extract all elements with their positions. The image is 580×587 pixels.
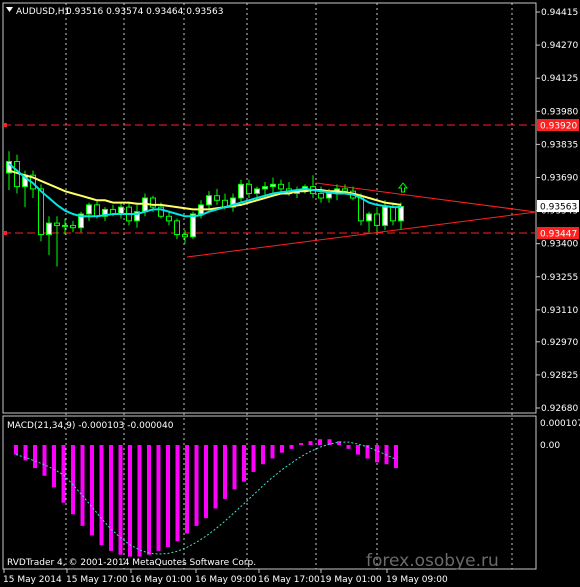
macd-histogram-bar — [232, 445, 237, 490]
lower-level-label: 0.93447 — [540, 230, 577, 240]
candle-body — [358, 197, 364, 222]
candle-body — [270, 183, 276, 188]
macd-histogram-bar — [52, 445, 56, 488]
macd-histogram-bar — [280, 445, 284, 453]
macd-histogram-bar — [61, 445, 66, 503]
level-handle[interactable] — [3, 230, 7, 235]
candle-body — [374, 213, 380, 226]
candle-body — [190, 213, 196, 238]
candle-body — [238, 183, 244, 199]
macd-histogram-bar — [90, 445, 94, 536]
macd-histogram-bar — [42, 445, 47, 476]
price-tick-label: 0.93110 — [541, 306, 578, 316]
macd-histogram-bar — [99, 445, 104, 546]
watermark-text: forex.osobye.ru — [366, 551, 499, 571]
macd-histogram-bar — [147, 445, 151, 555]
macd-histogram-bar — [185, 445, 189, 534]
candle-body — [38, 188, 44, 236]
candle-body — [262, 186, 268, 190]
trading-chart[interactable]: 0.94415 0.94270 0.94125 0.93980 0.93835 0.936… — [0, 0, 580, 587]
candle-body — [62, 224, 68, 227]
macd-histogram-bar — [346, 445, 351, 449]
candle-body — [206, 195, 212, 206]
candle-body — [86, 204, 92, 215]
time-axis-label: 15 May 17:00 — [66, 575, 128, 585]
macd-histogram-bar — [71, 445, 75, 515]
price-tick-label: 0.93255 — [541, 273, 578, 283]
candle-body — [214, 195, 220, 201]
candle-body — [46, 222, 52, 236]
macd-title: MACD(21,34,9) -0.000103 -0.000040 — [7, 421, 174, 431]
macd-histogram-bar — [270, 445, 275, 459]
time-axis-label: 19 May 09:00 — [386, 575, 448, 585]
time-axis-label: 16 May 01:00 — [130, 575, 192, 585]
macd-histogram-bar — [223, 445, 227, 499]
macd-histogram-bar — [308, 441, 313, 445]
price-tick-label: 0.92970 — [541, 338, 578, 348]
candle-body — [254, 188, 260, 194]
copyright-text: RVDTrader 4, © 2001-2014 MetaQuotes Soft… — [7, 558, 256, 568]
candle-body — [174, 220, 180, 236]
macd-histogram-bar — [109, 445, 113, 551]
candle-body — [118, 206, 124, 215]
price-tick-label: 0.93400 — [541, 240, 578, 250]
macd-histogram-bar — [213, 445, 218, 509]
macd-histogram-bar — [356, 445, 360, 455]
macd-histogram-bar — [80, 445, 85, 526]
macd-histogram-bar — [14, 445, 18, 455]
time-axis-label: 15 May 2014 — [3, 575, 62, 585]
macd-histogram-bar — [128, 445, 132, 557]
symbol-label: AUDUSD,H1 — [16, 7, 70, 17]
candle-body — [166, 215, 172, 222]
current-price-label: 0.93563 — [540, 203, 577, 213]
level-handle[interactable] — [3, 122, 7, 127]
macd-histogram-bar — [166, 445, 170, 548]
price-tick-label: 0.93690 — [541, 173, 578, 183]
time-axis-label: 19 May 01:00 — [320, 575, 382, 585]
macd-histogram-bar — [251, 445, 256, 472]
macd-histogram-bar — [242, 445, 246, 482]
candle-body — [326, 192, 332, 199]
macd-histogram-bar — [156, 445, 161, 551]
candle-body — [246, 183, 252, 194]
time-axis-label: 16 May 17:00 — [258, 575, 320, 585]
price-tick-label: 0.92825 — [541, 371, 578, 381]
macd-histogram-bar — [194, 445, 199, 526]
macd-histogram-bar — [23, 445, 28, 461]
macd-histogram-bar — [289, 445, 294, 449]
macd-axis-zero: 0.00 — [540, 441, 560, 451]
candle-body — [390, 206, 396, 222]
macd-histogram-bar — [137, 445, 142, 557]
candle-body — [342, 188, 348, 192]
macd-histogram-bar — [261, 445, 265, 465]
candle-body — [398, 205, 404, 222]
macd-axis-top: 0.000107 — [540, 419, 580, 429]
macd-histogram-bar — [394, 445, 398, 469]
macd-histogram-bar — [318, 439, 322, 445]
macd-histogram-bar — [375, 445, 379, 463]
price-tick-label: 0.92680 — [541, 404, 578, 414]
price-tick-label: 0.94270 — [541, 41, 578, 51]
price-tick-label: 0.93980 — [541, 107, 578, 117]
candle-body — [318, 192, 324, 199]
time-axis-label: 16 May 09:00 — [195, 575, 257, 585]
upper-level-label: 0.93920 — [540, 122, 577, 132]
candle-body — [54, 222, 60, 226]
candle-body — [70, 224, 76, 229]
price-tick-label: 0.94125 — [541, 74, 578, 84]
chart-background — [0, 0, 580, 587]
price-tick-label: 0.93835 — [541, 140, 578, 150]
macd-histogram-bar — [299, 443, 303, 445]
chart-header: AUDUSD,H1 0.93516 0.93574 0.93464 0.9356… — [6, 7, 223, 17]
candle-body — [278, 183, 284, 190]
candle-body — [366, 213, 372, 222]
ohlc-label: 0.93516 0.93574 0.93464 0.93563 — [66, 7, 223, 17]
candle-body — [182, 234, 188, 238]
candle-body — [94, 204, 100, 217]
macd-histogram-bar — [175, 445, 180, 542]
macd-histogram-bar — [33, 445, 37, 469]
macd-histogram-bar — [204, 445, 208, 519]
candle-body — [382, 206, 388, 226]
price-tick-label: 0.94415 — [541, 8, 578, 18]
